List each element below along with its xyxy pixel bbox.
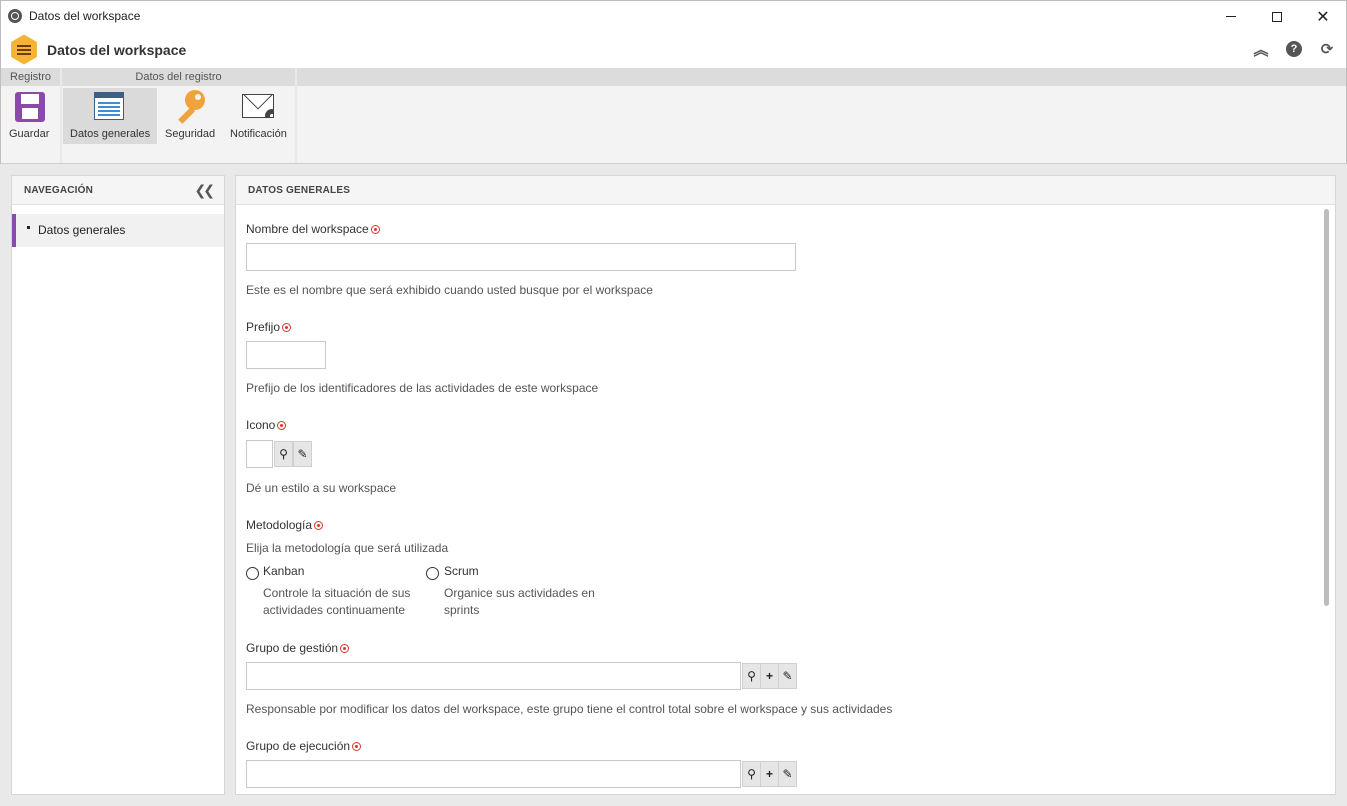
ribbon-group-datos-registro: Datos del registro Datos generales Segur… <box>62 68 295 163</box>
scrum-radio[interactable] <box>426 567 439 580</box>
logo-bars <box>17 44 31 56</box>
management-group-label: Grupo de gestión <box>246 641 350 655</box>
refresh-icon[interactable]: ⟳ <box>1318 40 1336 58</box>
execution-group-label: Grupo de ejecución <box>246 739 362 753</box>
window-title: Datos del workspace <box>29 9 141 23</box>
key-icon <box>171 90 205 124</box>
execution-group-add-button[interactable]: + <box>760 761 779 787</box>
ribbon-group-empty <box>297 68 1346 163</box>
icon-preview[interactable] <box>246 440 273 468</box>
minimize-button[interactable] <box>1208 1 1254 32</box>
maximize-button[interactable] <box>1254 1 1300 32</box>
execution-group-input[interactable] <box>246 760 741 788</box>
content-panel: DATOS GENERALES Nombre del workspace Est… <box>235 175 1336 795</box>
kanban-description: Controle la situación de sus actividades… <box>263 586 411 617</box>
execution-group-search-button[interactable]: ⚲ <box>742 761 761 787</box>
collapse-up-icon[interactable]: ︽ <box>1252 40 1270 59</box>
nav-item-general-data[interactable]: Datos generales <box>12 214 224 247</box>
help-icon[interactable]: ? <box>1286 41 1302 57</box>
ribbon-group-empty-header <box>297 68 1346 86</box>
notification-button-label: Notificación <box>230 128 287 140</box>
management-group-search-button[interactable]: ⚲ <box>742 663 761 689</box>
ribbon-group-registro: Registro Guardar <box>1 68 60 163</box>
header-actions: ︽ ? ⟳ <box>1252 40 1336 59</box>
security-button-label: Seguridad <box>165 128 216 140</box>
window-titlebar: Datos del workspace ✕ <box>0 0 1347 31</box>
vertical-scrollbar[interactable] <box>1324 209 1329 606</box>
icon-search-button[interactable]: ⚲ <box>274 441 293 467</box>
management-group-clear-button[interactable]: ✎ <box>778 663 797 689</box>
plus-icon: + <box>765 669 773 683</box>
nav-item-label: Datos generales <box>38 223 126 237</box>
required-icon <box>282 323 292 332</box>
kanban-radio[interactable] <box>246 567 259 580</box>
management-group-hint: Responsable por modificar los datos del … <box>246 702 893 716</box>
icon-hint: Dé un estilo a su workspace <box>246 481 397 495</box>
plus-icon: + <box>765 767 773 781</box>
close-button[interactable]: ✕ <box>1300 1 1346 32</box>
search-icon: ⚲ <box>747 767 756 781</box>
required-icon <box>277 421 287 430</box>
scrum-description: Organice sus actividades en sprints <box>444 586 595 617</box>
navigation-panel-header: NAVEGACIÓN ❮❮ <box>12 176 224 205</box>
minimize-icon <box>1226 16 1236 17</box>
search-icon: ⚲ <box>279 447 288 461</box>
icon-clear-button[interactable]: ✎ <box>293 441 312 467</box>
execution-group-clear-button[interactable]: ✎ <box>778 761 797 787</box>
window-controls: ✕ <box>1208 1 1346 32</box>
ribbon-group-label: Datos del registro <box>62 68 295 86</box>
page-title: Datos del workspace <box>47 41 187 58</box>
double-chevron-left-icon[interactable]: ❮❮ <box>195 176 216 205</box>
kanban-label: Kanban <box>263 564 305 578</box>
ribbon-toolbar: Registro Guardar Datos del registro Dato… <box>0 68 1347 164</box>
methodology-label: Metodología <box>246 518 324 532</box>
search-icon: ⚲ <box>747 669 756 683</box>
envelope-gear-icon <box>242 94 274 118</box>
save-button-label: Guardar <box>9 128 50 140</box>
general-data-button-label: Datos generales <box>70 128 151 140</box>
required-icon <box>352 742 362 751</box>
required-icon <box>370 225 380 234</box>
content-panel-header: DATOS GENERALES <box>236 176 1335 205</box>
prefix-input[interactable] <box>246 341 326 369</box>
globe-icon <box>8 9 22 23</box>
navigation-title: NAVEGACIÓN <box>24 185 94 196</box>
general-data-button[interactable]: Datos generales <box>63 88 157 144</box>
required-icon <box>340 644 350 653</box>
icon-label: Icono <box>246 418 287 432</box>
management-group-add-button[interactable]: + <box>760 663 779 689</box>
eraser-icon: ✎ <box>297 447 308 461</box>
workspace-name-label: Nombre del workspace <box>246 222 380 236</box>
bullet-icon <box>27 226 30 229</box>
maximize-icon <box>1272 11 1282 22</box>
app-logo <box>9 34 39 65</box>
ribbon-group-label: Registro <box>1 68 60 86</box>
workspace-name-input[interactable] <box>246 243 796 271</box>
security-button[interactable]: Seguridad <box>159 88 219 144</box>
methodology-hint: Elija la metodología que será utilizada <box>246 541 449 555</box>
notification-button[interactable]: Notificación <box>224 88 290 144</box>
prefix-label: Prefijo <box>246 320 292 334</box>
save-button[interactable]: Guardar <box>1 88 60 144</box>
management-group-input[interactable] <box>246 662 741 690</box>
navigation-panel: NAVEGACIÓN ❮❮ Datos generales <box>11 175 225 795</box>
workspace-name-hint: Este es el nombre que será exhibido cuan… <box>246 283 653 297</box>
scrum-label: Scrum <box>444 564 479 578</box>
eraser-icon: ✎ <box>782 767 793 781</box>
floppy-disk-icon <box>15 92 45 122</box>
close-icon: ✕ <box>1316 8 1330 26</box>
page-header: Datos del workspace ︽ ? ⟳ <box>0 31 1347 68</box>
eraser-icon: ✎ <box>782 669 793 683</box>
prefix-hint: Prefijo de los identificadores de las ac… <box>246 381 599 395</box>
form-icon <box>94 92 124 120</box>
required-icon <box>314 521 324 530</box>
